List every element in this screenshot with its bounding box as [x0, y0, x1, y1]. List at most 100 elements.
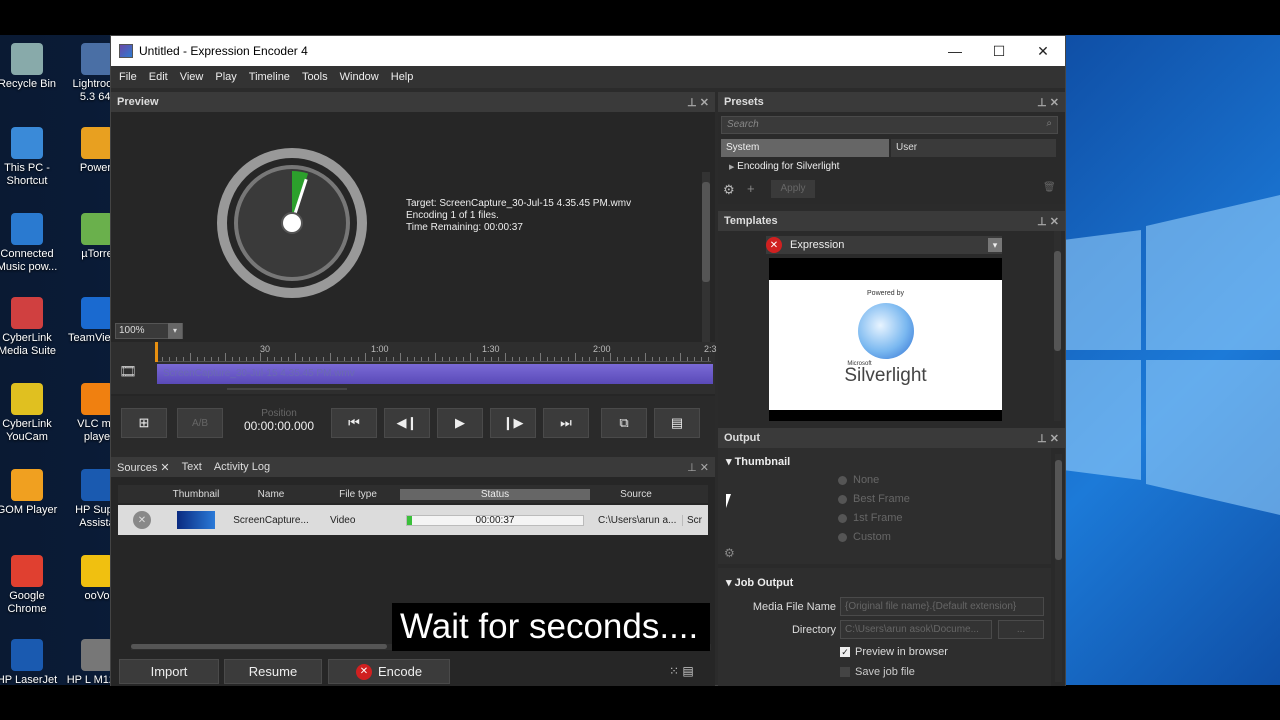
timeline-tick	[652, 357, 653, 361]
split-view-icon[interactable]: ⧉	[601, 408, 647, 438]
sources-header-row: Thumbnail Name File type Status Source	[118, 485, 708, 503]
tab-text[interactable]: Text	[182, 461, 202, 473]
windows-logo-wallpaper	[1066, 35, 1280, 685]
desktop-icon-label: HP LaserJet Pro MFP ...	[0, 674, 58, 685]
presets-search-input[interactable]: Search ⌕	[721, 116, 1058, 134]
radio-none[interactable]: None	[838, 474, 910, 486]
encoder-window: Untitled - Expression Encoder 4 — ☐ ✕ Fi…	[110, 35, 1066, 686]
chevron-down-icon[interactable]: ▾	[988, 238, 1002, 252]
resume-button[interactable]: Resume	[224, 659, 322, 684]
gear-icon[interactable]: ⚙	[723, 182, 735, 198]
app-shortcut-icon	[11, 43, 43, 75]
radio-best-frame[interactable]: Best Frame	[838, 493, 910, 505]
step-back-button[interactable]: ◀❙	[384, 408, 430, 438]
table-row[interactable]: ✕ ScreenCapture... Video 00:00:37 C:\Use…	[118, 505, 708, 535]
add-marker-button[interactable]: ⊞	[121, 408, 167, 438]
menu-edit[interactable]: Edit	[149, 71, 168, 83]
col-source[interactable]: Source	[590, 489, 682, 500]
job-output-label: Job Output	[734, 577, 794, 589]
skip-end-button[interactable]: ⏭	[543, 408, 589, 438]
timeline-tick	[442, 357, 443, 361]
preview-scrollbar[interactable]	[702, 172, 710, 362]
video-caption: Wait for seconds....	[392, 603, 710, 651]
col-file-type[interactable]: File type	[316, 489, 400, 500]
directory-label: Directory	[791, 624, 836, 636]
step-forward-button[interactable]: ❙▶	[490, 408, 536, 438]
tab-activity-log[interactable]: Activity Log	[214, 461, 270, 473]
minimize-button[interactable]: —	[933, 43, 977, 59]
col-name[interactable]: Name	[226, 489, 316, 500]
trash-icon[interactable]: 🗑	[1043, 182, 1056, 193]
tab-user[interactable]: User	[891, 139, 1056, 157]
timeline-tick	[477, 357, 478, 361]
radio-custom[interactable]: Custom	[838, 531, 910, 543]
menu-bar: File Edit View Play Timeline Tools Windo…	[111, 66, 1065, 88]
tab-sources[interactable]: Sources ✕	[117, 461, 170, 474]
desktop-icon[interactable]: This PC - Shortcut	[0, 127, 60, 188]
pin-close-icon[interactable]: ⊥ ✕	[1037, 96, 1059, 109]
timeline-tick	[295, 353, 296, 361]
desktop-icon[interactable]: CyberLink YouCam	[0, 383, 60, 444]
desktop-icon[interactable]: GOM Player	[0, 469, 60, 517]
clip-view-icon[interactable]: ▤	[654, 408, 700, 438]
timeline-clip[interactable]: ScreenCapture_30-Jul-15 4.35.45 PM.wmv	[157, 364, 713, 384]
desktop-icon[interactable]: Connected Music pow...	[0, 213, 60, 274]
radio-first-frame[interactable]: 1st Frame	[838, 512, 910, 524]
menu-help[interactable]: Help	[391, 71, 414, 83]
timeline-tick	[561, 357, 562, 361]
menu-tools[interactable]: Tools	[302, 71, 328, 83]
app-shortcut-icon	[81, 43, 113, 75]
thumbnail-section-header[interactable]: ▾ Thumbnail	[718, 448, 1051, 475]
desktop-icon[interactable]: Recycle Bin	[0, 43, 60, 91]
media-file-name-field[interactable]: {Original file name}.{Default extension}	[840, 597, 1044, 616]
timeline-ruler[interactable]: 30 1:00 1:30 2:00 2:3	[155, 342, 717, 362]
skip-start-button[interactable]: ⏮	[331, 408, 377, 438]
position-display: Position 00:00:00.000	[239, 408, 319, 433]
apply-button[interactable]: Apply	[771, 180, 815, 198]
view-toggle-icon[interactable]: ⁙ ▤	[669, 664, 694, 678]
menu-file[interactable]: File	[119, 71, 137, 83]
col-status[interactable]: Status	[400, 488, 590, 500]
thumbnail-section: ▾ Thumbnail None Best Frame 1st Frame Cu…	[718, 448, 1051, 564]
templates-title: Templates	[724, 215, 778, 227]
templates-scrollbar[interactable]	[1054, 231, 1061, 421]
template-name: Expression	[790, 239, 845, 251]
gear-icon[interactable]: ⚙	[724, 546, 735, 560]
chevron-down-icon[interactable]: ▾	[168, 323, 182, 339]
pin-close-icon[interactable]: ⊥ ✕	[687, 461, 709, 474]
tab-system[interactable]: System	[721, 139, 889, 157]
preview-in-browser-checkbox[interactable]: ✓ Preview in browser	[840, 646, 948, 658]
add-preset-icon[interactable]: +	[747, 181, 755, 196]
pin-close-icon[interactable]: ⊥ ✕	[1037, 432, 1059, 445]
timeline-zoom-slider[interactable]	[157, 386, 357, 392]
desktop-icon[interactable]: Google Chrome	[0, 555, 60, 616]
menu-play[interactable]: Play	[215, 71, 236, 83]
output-scrollbar[interactable]	[1055, 454, 1062, 682]
play-button[interactable]: ▶	[437, 408, 483, 438]
zoom-select[interactable]: 100% ▾	[115, 323, 183, 339]
desktop-icon[interactable]: HP LaserJet Pro MFP ...	[0, 639, 60, 685]
desktop-icon[interactable]: CyberLink Media Suite	[0, 297, 60, 358]
directory-field[interactable]: C:\Users\arun asok\Docume...	[840, 620, 992, 639]
menu-window[interactable]: Window	[340, 71, 379, 83]
ab-compare-button[interactable]: A/B	[177, 408, 223, 438]
import-button[interactable]: Import	[119, 659, 219, 684]
search-icon: ⌕	[1046, 118, 1052, 129]
playhead[interactable]	[155, 342, 158, 362]
job-output-header[interactable]: ▾ Job Output	[718, 568, 1051, 597]
menu-view[interactable]: View	[180, 71, 204, 83]
preset-item[interactable]: ▶ Encoding for Silverlight	[721, 159, 1058, 175]
encode-button[interactable]: ✕ Encode	[328, 659, 450, 684]
close-button[interactable]: ✕	[1021, 43, 1065, 60]
menu-timeline[interactable]: Timeline	[249, 71, 290, 83]
save-job-file-checkbox[interactable]: Save job file	[840, 666, 915, 678]
desktop-icon-label: This PC - Shortcut	[4, 162, 50, 187]
remove-icon[interactable]: ✕	[133, 511, 151, 529]
col-thumbnail[interactable]: Thumbnail	[166, 489, 226, 500]
browse-button[interactable]: ...	[998, 620, 1044, 639]
maximize-button[interactable]: ☐	[977, 43, 1021, 60]
pin-close-icon[interactable]: ⊥ ✕	[1037, 215, 1059, 228]
desktop-icon-label: CyberLink YouCam	[2, 418, 52, 443]
pin-close-icon[interactable]: ⊥ ✕	[687, 96, 709, 109]
template-select[interactable]: ✕ Expression ▾	[766, 236, 1002, 254]
